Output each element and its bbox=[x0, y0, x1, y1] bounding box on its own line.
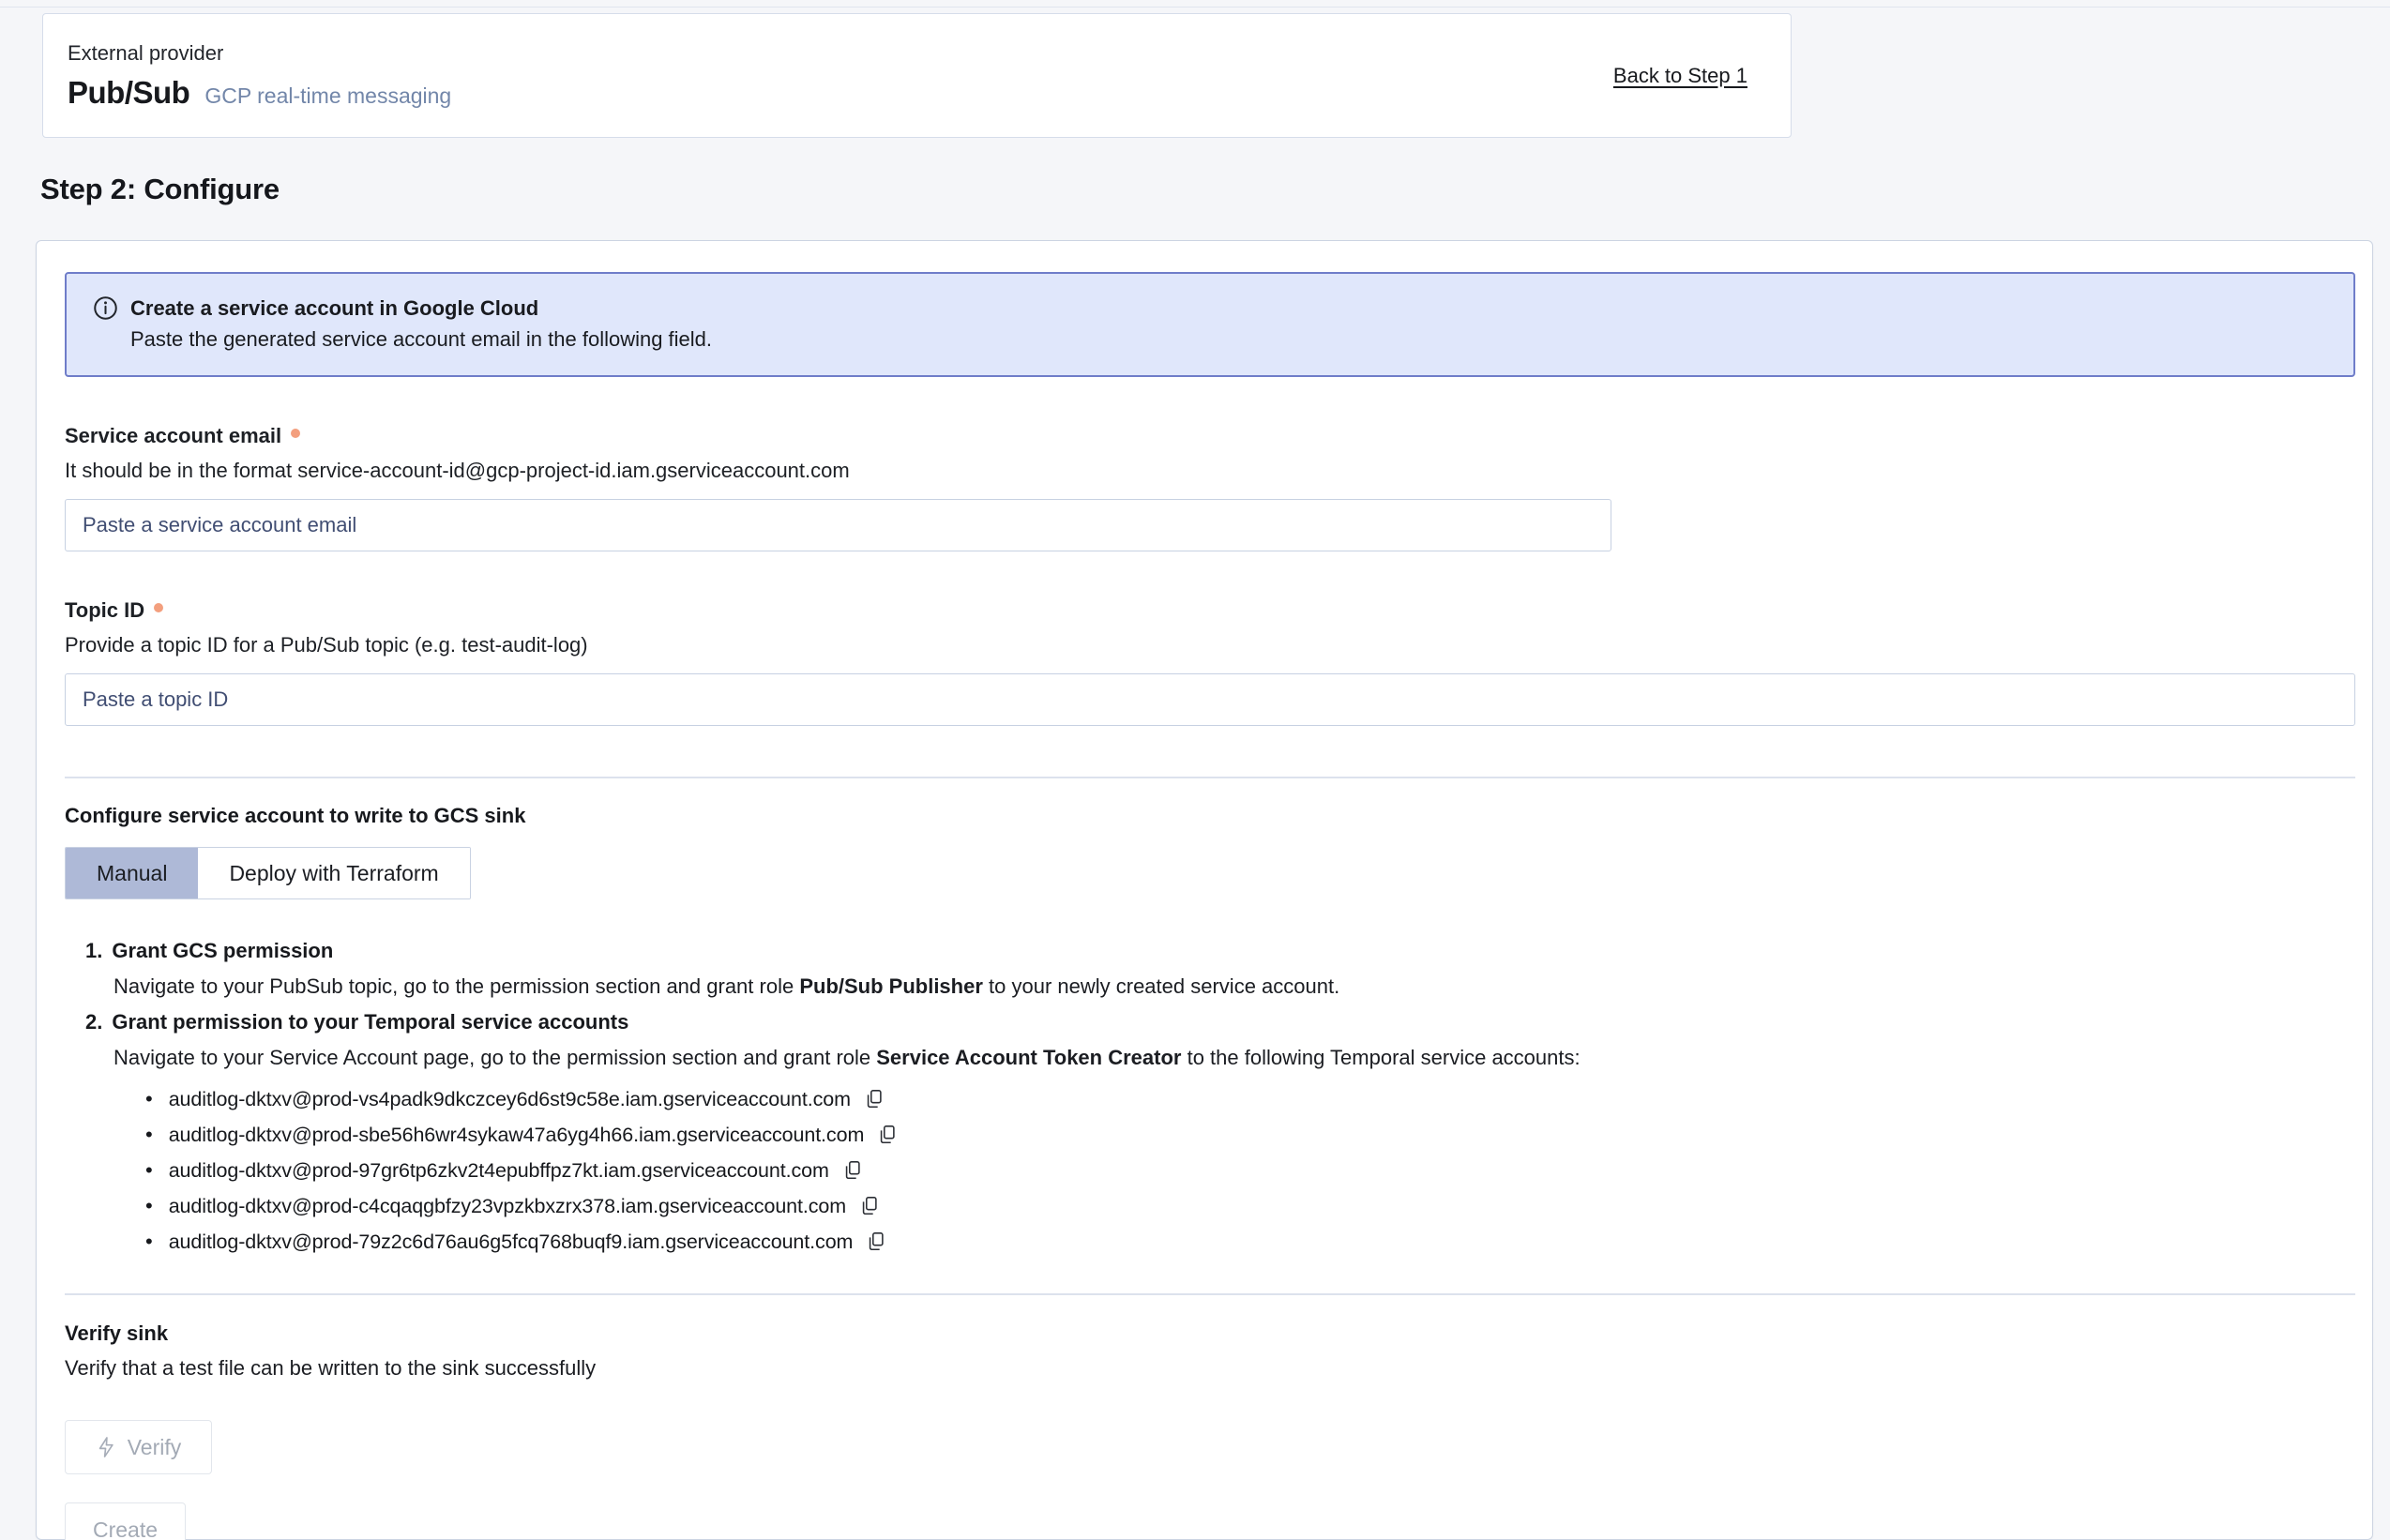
info-alert-title: Create a service account in Google Cloud bbox=[130, 296, 538, 321]
step-1-number: 1. bbox=[85, 933, 102, 969]
required-indicator bbox=[291, 429, 300, 438]
list-item: • auditlog-dktxv@prod-c4cqaqgbfzy23vpzkb… bbox=[145, 1188, 2355, 1224]
bullet: • bbox=[145, 1153, 153, 1188]
step-1-body-suffix: to your newly created service account. bbox=[983, 974, 1339, 998]
provider-kind-label: External provider bbox=[68, 41, 451, 66]
step-1-body-text: Navigate to your PubSub topic, go to the… bbox=[113, 974, 799, 998]
provider-title-row: Pub/Sub GCP real-time messaging bbox=[68, 75, 451, 111]
step-1-title-row: 1. Grant GCS permission bbox=[85, 933, 2355, 969]
service-account-email-helper: It should be in the format service-accou… bbox=[65, 459, 2355, 483]
step-2-title: Grant permission to your Temporal servic… bbox=[112, 1004, 628, 1040]
configure-tabs: Manual Deploy with Terraform bbox=[65, 847, 471, 899]
provider-name: Pub/Sub bbox=[68, 75, 189, 111]
back-to-step-1-link[interactable]: Back to Step 1 bbox=[1613, 64, 1747, 88]
copy-icon[interactable] bbox=[859, 1195, 880, 1217]
section-divider bbox=[65, 777, 2355, 778]
step-1-title: Grant GCS permission bbox=[112, 933, 333, 969]
info-alert-title-row: Create a service account in Google Cloud bbox=[93, 295, 2327, 321]
list-item: • auditlog-dktxv@prod-sbe56h6wr4sykaw47a… bbox=[145, 1117, 2355, 1153]
step-2-role-name: Service Account Token Creator bbox=[876, 1046, 1181, 1069]
service-account-email-text: auditlog-dktxv@prod-vs4padk9dkczcey6d6st… bbox=[169, 1081, 851, 1117]
service-account-email-input[interactable] bbox=[65, 499, 1611, 551]
list-item: • auditlog-dktxv@prod-vs4padk9dkczcey6d6… bbox=[145, 1081, 2355, 1117]
service-account-email-text: auditlog-dktxv@prod-c4cqaqgbfzy23vpzkbxz… bbox=[169, 1188, 846, 1224]
create-button-label: Create bbox=[93, 1517, 158, 1540]
step-2-body-text: Navigate to your Service Account page, g… bbox=[113, 1046, 876, 1069]
step-2-title-row: 2. Grant permission to your Temporal ser… bbox=[85, 1004, 2355, 1040]
verify-sink-title: Verify sink bbox=[65, 1321, 2355, 1346]
provider-info: External provider Pub/Sub GCP real-time … bbox=[68, 41, 451, 111]
configure-card: Create a service account in Google Cloud… bbox=[36, 240, 2373, 1540]
copy-icon[interactable] bbox=[866, 1230, 886, 1253]
provider-subtitle: GCP real-time messaging bbox=[204, 83, 451, 109]
bullet: • bbox=[145, 1117, 153, 1153]
step-2-body-suffix: to the following Temporal service accoun… bbox=[1181, 1046, 1580, 1069]
service-account-email-text: auditlog-dktxv@prod-97gr6tp6zkv2t4epubff… bbox=[169, 1153, 829, 1188]
copy-icon[interactable] bbox=[864, 1088, 885, 1110]
section-divider bbox=[65, 1293, 2355, 1295]
copy-icon[interactable] bbox=[842, 1159, 863, 1182]
step-1-body: Navigate to your PubSub topic, go to the… bbox=[113, 969, 2355, 1004]
service-account-email-label: Service account email bbox=[65, 424, 281, 448]
configure-section-title: Configure service account to write to GC… bbox=[65, 804, 2355, 828]
topic-id-label-row: Topic ID bbox=[65, 598, 2355, 623]
required-indicator bbox=[154, 603, 163, 612]
manual-steps-list: 1. Grant GCS permission Navigate to your… bbox=[85, 933, 2355, 1260]
page-title: Step 2: Configure bbox=[40, 173, 2390, 206]
service-account-list: • auditlog-dktxv@prod-vs4padk9dkczcey6d6… bbox=[145, 1081, 2355, 1260]
info-alert-body: Paste the generated service account emai… bbox=[130, 327, 2327, 352]
verify-sink-description: Verify that a test file can be written t… bbox=[65, 1356, 2355, 1381]
tab-deploy-with-terraform[interactable]: Deploy with Terraform bbox=[198, 848, 469, 898]
copy-icon[interactable] bbox=[877, 1124, 898, 1146]
create-button[interactable]: Create bbox=[65, 1502, 186, 1540]
info-icon bbox=[93, 295, 118, 321]
page-top-divider bbox=[0, 7, 2390, 8]
bullet: • bbox=[145, 1081, 153, 1117]
step-2-number: 2. bbox=[85, 1004, 102, 1040]
topic-id-helper: Provide a topic ID for a Pub/Sub topic (… bbox=[65, 633, 2355, 657]
list-item: • auditlog-dktxv@prod-97gr6tp6zkv2t4epub… bbox=[145, 1153, 2355, 1188]
provider-card: External provider Pub/Sub GCP real-time … bbox=[42, 13, 1792, 138]
tab-manual[interactable]: Manual bbox=[66, 848, 198, 898]
info-alert: Create a service account in Google Cloud… bbox=[65, 272, 2355, 377]
step-2-body: Navigate to your Service Account page, g… bbox=[113, 1040, 2355, 1076]
topic-id-input[interactable] bbox=[65, 673, 2355, 726]
lightning-bolt-icon bbox=[96, 1436, 116, 1458]
service-account-email-text: auditlog-dktxv@prod-sbe56h6wr4sykaw47a6y… bbox=[169, 1117, 865, 1153]
bullet: • bbox=[145, 1224, 153, 1260]
service-account-email-label-row: Service account email bbox=[65, 424, 2355, 448]
list-item: • auditlog-dktxv@prod-79z2c6d76au6g5fcq7… bbox=[145, 1224, 2355, 1260]
step-1-role-name: Pub/Sub Publisher bbox=[799, 974, 983, 998]
bullet: • bbox=[145, 1188, 153, 1224]
service-account-email-text: auditlog-dktxv@prod-79z2c6d76au6g5fcq768… bbox=[169, 1224, 854, 1260]
verify-button-label: Verify bbox=[128, 1435, 182, 1460]
topic-id-label: Topic ID bbox=[65, 598, 144, 623]
verify-button[interactable]: Verify bbox=[65, 1420, 212, 1474]
